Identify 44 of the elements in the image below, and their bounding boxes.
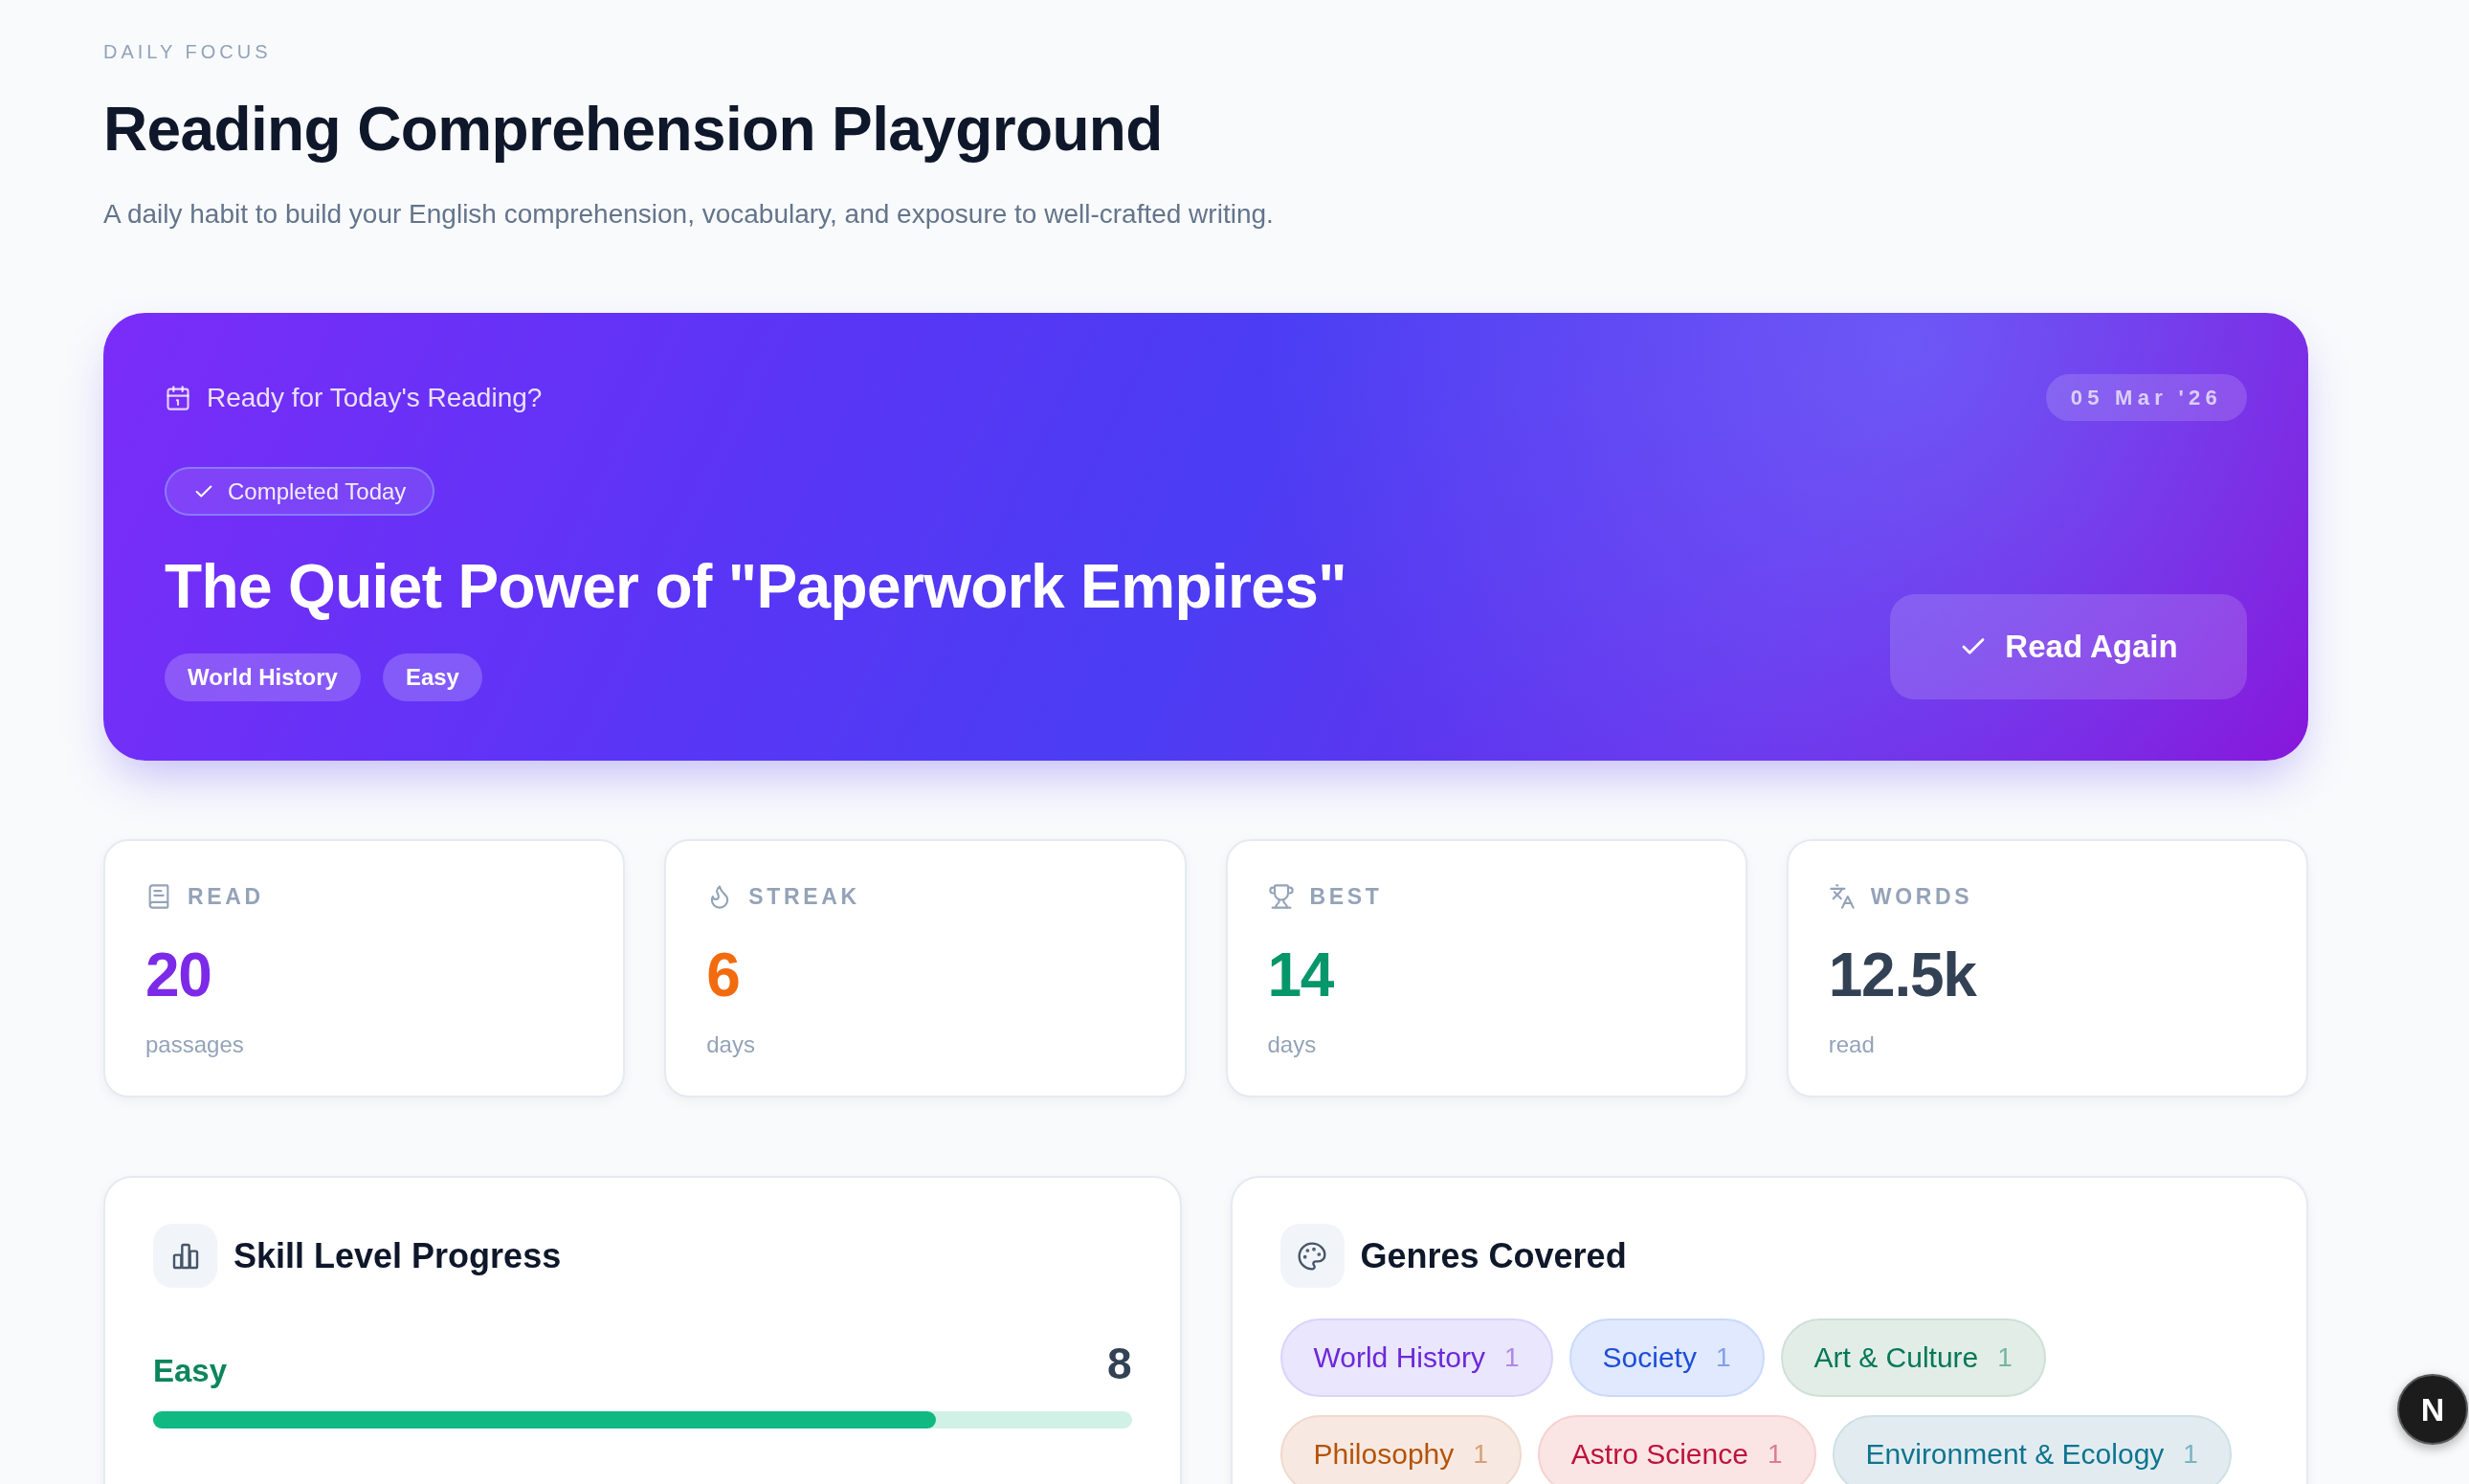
stat-label: BEST — [1309, 883, 1383, 910]
passage-title: The Quiet Power of "Paperwork Empires" — [165, 551, 1346, 623]
panel-title: Genres Covered — [1360, 1234, 1627, 1277]
stat-unit: days — [706, 1030, 755, 1059]
stat-value: 6 — [706, 941, 740, 1009]
genre-name: Art & Culture — [1813, 1340, 1979, 1375]
genre-name: Environment & Ecology — [1865, 1437, 2165, 1472]
genre-count: 1 — [1715, 1341, 1731, 1374]
stat-value: 12.5k — [1828, 941, 1976, 1009]
trophy-icon — [1267, 883, 1295, 910]
translate-icon — [1828, 883, 1856, 910]
stat-value: 20 — [145, 941, 211, 1009]
level-label: Easy — [153, 1352, 228, 1390]
genre-count: 1 — [1997, 1341, 2013, 1374]
stat-unit: read — [1828, 1030, 1875, 1059]
stat-unit: days — [1267, 1030, 1317, 1059]
genre-name: World History — [1313, 1340, 1485, 1375]
page-title: Reading Comprehension Playground — [103, 94, 1163, 166]
level-count: 8 — [1106, 1338, 1132, 1390]
indicator-button[interactable]: N — [2397, 1374, 2468, 1445]
date-badge: 05 Mar '26 — [2045, 374, 2247, 421]
genre-count: 1 — [1767, 1438, 1783, 1471]
genre-count: 1 — [2183, 1438, 2198, 1471]
genre-name: Astro Science — [1570, 1437, 1748, 1472]
stat-value: 14 — [1267, 941, 1334, 1009]
page-subtitle: A daily habit to build your English comprehension, vocabulary, and exposure to well-crafted writing. — [103, 198, 1274, 231]
genre-name: Society — [1602, 1340, 1697, 1375]
read-again-button[interactable]: Read Again — [1890, 594, 2247, 699]
stat-unit: passages — [145, 1030, 244, 1059]
palette-icon — [1279, 1224, 1345, 1288]
genre-count: 1 — [1473, 1438, 1488, 1471]
bar-chart-icon — [153, 1224, 217, 1288]
stat-label: WORDS — [1870, 883, 1973, 910]
tag: World History — [165, 653, 361, 701]
calendar-icon — [165, 384, 191, 411]
panel-title: Skill Level Progress — [234, 1234, 562, 1277]
tag: Easy — [382, 653, 482, 701]
genre-count: 1 — [1504, 1341, 1520, 1374]
genre-name: Philosophy — [1313, 1437, 1455, 1472]
eyebrow-label: DAILY FOCUS — [103, 40, 272, 63]
reading-prompt: Ready for Today's Reading? — [207, 381, 543, 414]
status-label: Completed Today — [228, 476, 407, 506]
stat-label: STREAK — [748, 883, 860, 910]
stat-label: READ — [188, 883, 264, 910]
